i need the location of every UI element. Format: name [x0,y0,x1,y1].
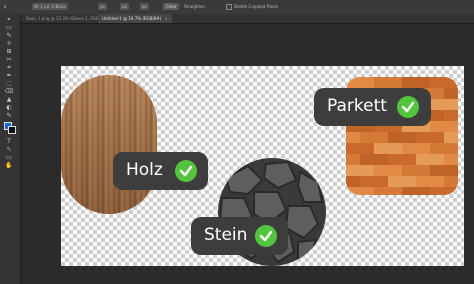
parquet-plank [402,77,431,88]
parquet-plank [360,176,389,187]
marquee-tool-icon[interactable]: ▭ [3,24,15,31]
parquet-plank [360,154,389,165]
parquet-plank [444,132,458,143]
close-icon[interactable]: × [164,16,167,21]
parquet-plank [346,187,375,195]
parquet-plank [430,143,458,154]
slice-tool-icon[interactable]: ✂ [3,56,15,63]
quick-select-tool-icon[interactable]: ⌾ [3,40,15,47]
checkmark-icon [175,160,197,182]
parquet-plank [374,143,403,154]
pen-tool-icon[interactable]: ✒ [3,72,15,79]
ratio-field[interactable]: W: 1 px: 1 Boux [32,3,68,10]
shape-tool-icon[interactable]: ▭ [3,154,15,161]
parquet-plank-row [346,132,458,143]
parquet-plank [416,176,445,187]
parquet-plank [402,187,431,195]
tab-untitled[interactable]: Untitled-1 @ 16.7% (RGB/8#) × [98,14,172,23]
checkmark-icon [397,96,419,118]
eyedropper-tool-icon[interactable]: ⌗ [3,64,15,71]
parquet-plank [374,187,403,195]
parquet-plank [430,165,458,176]
parquet-plank-row [346,143,458,154]
tab-label: Basic 1.png @ 33.3% (Ebene 1, RGB/8#) [26,16,108,21]
background-color-swatch[interactable] [8,126,16,134]
parquet-plank [374,165,403,176]
delete-cropped-checkbox[interactable]: Delete Cropped Pixels [226,3,278,10]
wood-texture-shape [61,75,157,214]
parquet-plank-row [346,187,458,195]
hand-tool-icon[interactable]: ✋ [3,162,15,169]
checkmark-icon [255,225,277,247]
parquet-plank-row [346,176,458,187]
parquet-plank [388,154,417,165]
parquet-plank [444,154,458,165]
document-tab-bar: Basic 1.png @ 33.3% (Ebene 1, RGB/8#) × U… [20,14,474,24]
parkett-label: Parkett [327,96,387,116]
stein-label-tag: Stein [191,217,288,255]
tab-label: Untitled-1 @ 16.7% (RGB/8#) [102,16,162,21]
parquet-plank [360,132,389,143]
parquet-plank [346,77,375,88]
crop-tool-icon[interactable]: ⌗ [4,3,6,10]
parquet-plank-row [346,154,458,165]
parquet-plank [346,132,361,143]
crop-tool-icon[interactable]: ⊞ [3,48,15,55]
parquet-plank [430,121,458,132]
height-field[interactable]: px [120,3,129,10]
parquet-plank [346,176,361,187]
parquet-plank-row [346,165,458,176]
parquet-plank [444,176,458,187]
document-canvas[interactable]: Holz Parkett Stein [61,66,464,266]
checkbox-icon [226,4,232,10]
brush-tool-icon[interactable]: ✎ [3,112,15,119]
parquet-plank [374,77,403,88]
parquet-plank [430,99,458,110]
move-tool-icon[interactable]: ⌖ [3,16,15,23]
parquet-plank [402,143,431,154]
holz-label-tag: Holz [113,152,208,190]
straighten-button[interactable]: Straighten [184,3,205,10]
lasso-tool-icon[interactable]: ✎ [3,32,15,39]
tools-panel: ⌖ ▭ ✎ ⌾ ⊞ ✂ ⌗ ✒ ⬚ ⌫ ▲ ◐ ✎ T ↖ ▭ ✋ [0,14,21,284]
frame-tool-icon[interactable]: ⬚ [3,80,15,87]
holz-label: Holz [126,160,163,180]
parquet-plank [444,110,458,121]
resolution-field[interactable]: px [140,3,149,10]
stein-label: Stein [204,225,248,245]
width-field[interactable]: px [98,3,107,10]
dodge-tool-icon[interactable]: ◐ [3,104,15,111]
path-select-tool-icon[interactable]: ↖ [3,146,15,153]
parquet-plank [444,88,458,99]
parquet-plank [430,187,458,195]
options-bar: ⌗ W: 1 px: 1 Boux px px px Clear Straigh… [0,0,474,15]
parquet-plank [346,154,361,165]
sharpen-tool-icon[interactable]: ▲ [3,96,15,103]
parquet-plank [388,176,417,187]
parquet-plank [346,143,375,154]
eraser-tool-icon[interactable]: ⌫ [3,88,15,95]
parquet-plank [416,154,445,165]
parquet-plank-row [346,77,458,88]
type-tool-icon[interactable]: T [3,138,15,145]
parquet-plank [346,165,375,176]
parkett-label-tag: Parkett [314,88,431,126]
parquet-plank [416,132,445,143]
delete-cropped-label: Delete Cropped Pixels [234,4,278,9]
parquet-plank [388,132,417,143]
parquet-plank [402,165,431,176]
clear-button[interactable]: Clear [163,3,180,10]
parquet-plank [430,77,458,88]
